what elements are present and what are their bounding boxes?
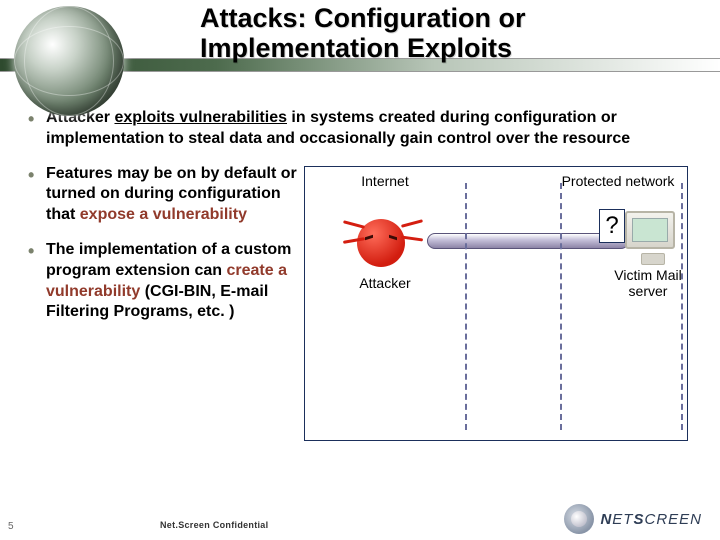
confidential-label: Net.Screen Confidential [160,520,268,530]
attacker-eye-left-icon [365,234,373,240]
dashed-divider-icon [560,183,562,430]
dashed-divider-icon [681,183,683,430]
slide-title: Attacks: Configuration or Implementation… [200,4,680,63]
attacker-face-icon [365,236,397,248]
brand-logo: NETSCREEN [564,504,702,534]
brand-logo-icon [564,504,594,534]
slide-footer: 5 Net.Screen Confidential NETSCREEN [0,500,720,540]
brand-n: N [600,511,612,528]
server-monitor-icon [625,211,675,249]
label-victim: Victim Mail server [603,267,693,299]
bullet-1-underline: exploits vulnerabilities [114,109,287,126]
question-box: ? [599,209,625,243]
diagram-frame: Internet Protected network ? Attacker Vi… [304,166,688,441]
label-protected-network: Protected network [553,173,683,189]
bullet-2: Features may be on by default or turned … [28,164,298,226]
label-internet: Internet [335,173,435,189]
brand-creen: CREEN [644,511,702,528]
network-diagram: Internet Protected network ? Attacker Vi… [298,164,702,454]
attacker-eye-right-icon [389,234,397,240]
bullet-1: Attacker exploits vulnerabilities in sys… [28,108,702,150]
label-attacker: Attacker [335,275,435,291]
bullet-2-highlight: expose a vulnerability [80,206,247,223]
brand-logo-text: NETSCREEN [600,511,702,528]
brand-s: S [633,511,644,528]
slide-content: Attacker exploits vulnerabilities in sys… [28,108,702,492]
attacker-arm-icon [343,220,365,229]
attacker-arm-icon [401,219,423,228]
bullet-3: The implementation of a custom program e… [28,240,298,323]
globe-icon [14,6,124,116]
slide-header: Attacks: Configuration or Implementation… [0,0,720,92]
page-number: 5 [8,521,14,532]
dashed-divider-icon [465,183,467,430]
brand-et: ET [612,511,633,528]
